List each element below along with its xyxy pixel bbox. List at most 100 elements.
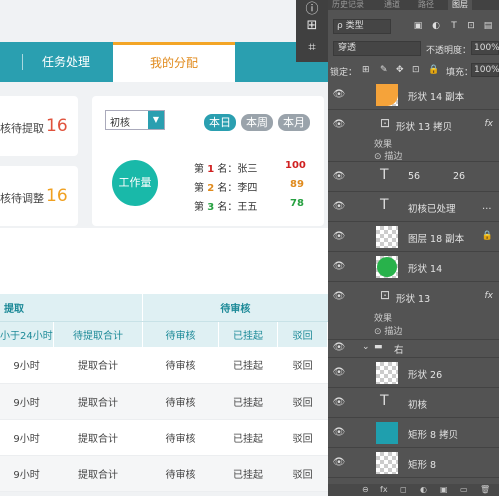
rank-name: 名：李四 bbox=[217, 183, 258, 194]
lock-all-icon[interactable]: 🔒 bbox=[428, 65, 439, 75]
layer-name: 56 bbox=[408, 171, 421, 182]
visibility-eye-icon[interactable]: 👁 bbox=[332, 171, 346, 182]
swatches-icon[interactable]: ⊞ bbox=[296, 18, 328, 33]
layer-name-extra: 26 bbox=[453, 171, 466, 182]
layer-row[interactable]: 👁 T 初核 bbox=[328, 388, 499, 418]
layer-row[interactable]: 👁 T 56 26 bbox=[328, 162, 499, 192]
table-cell: 驳回 bbox=[277, 347, 328, 384]
layer-thumbnail bbox=[376, 362, 398, 384]
fx-icon[interactable]: fx bbox=[485, 291, 494, 301]
layer-row[interactable]: 👁 图层 18 副本 🔒 bbox=[328, 222, 499, 252]
stroke-label: 描边 bbox=[384, 152, 403, 162]
text-layer-icon: T bbox=[380, 167, 389, 183]
stage-select[interactable]: 初核 ▼ bbox=[105, 110, 165, 130]
lock-artboard-icon[interactable]: ⊡ bbox=[412, 65, 420, 75]
visibility-eye-icon[interactable]: 👁 bbox=[332, 201, 346, 212]
layer-row[interactable]: 👁 ⊡ 形状 13 拷贝 fx 效果 ⊙ 描边 bbox=[328, 110, 499, 162]
tab-layers[interactable]: 图层 bbox=[448, 0, 472, 10]
delete-layer-icon[interactable]: 🗑 bbox=[480, 484, 490, 496]
tab-task-processing[interactable]: 任务处理 bbox=[42, 42, 90, 82]
visibility-eye-icon[interactable]: 👁 bbox=[332, 119, 346, 130]
visibility-eye-icon[interactable]: 👁 bbox=[332, 231, 346, 242]
column-header[interactable]: 已挂起 bbox=[218, 321, 279, 347]
opacity-input[interactable]: 100% bbox=[471, 41, 499, 55]
lock-transparency-icon[interactable]: ⊞ bbox=[362, 65, 370, 75]
kind-filter-select[interactable]: ρ 类型 bbox=[333, 19, 391, 34]
blank-area bbox=[0, 228, 328, 294]
table-cell: 提取合计 bbox=[53, 419, 143, 456]
period-week-button[interactable]: 本周 bbox=[241, 114, 273, 131]
folder-icon: ▬ bbox=[374, 342, 383, 352]
visibility-eye-icon[interactable]: 👁 bbox=[332, 457, 346, 468]
visibility-eye-icon[interactable]: 👁 bbox=[332, 367, 346, 378]
column-header[interactable]: 小于24小时 bbox=[0, 321, 54, 347]
stroke-effect-item[interactable]: ⊙ 描边 bbox=[374, 324, 402, 337]
table-cell: 已挂起 bbox=[218, 383, 278, 420]
layer-name: 形状 26 bbox=[408, 370, 443, 381]
layer-row[interactable]: 👁 形状 14 副本 bbox=[328, 80, 499, 110]
adjustment-filter-icon[interactable]: ◐ bbox=[430, 20, 442, 32]
visibility-eye-icon[interactable]: 👁 bbox=[332, 427, 346, 438]
adjustment-layer-icon[interactable]: ◐ bbox=[420, 484, 427, 496]
layer-thumbnail bbox=[376, 226, 398, 248]
tab-paths[interactable]: 路径 bbox=[418, 0, 434, 10]
visibility-eye-icon[interactable]: 👁 bbox=[332, 342, 346, 353]
visibility-eye-icon[interactable]: 👁 bbox=[332, 291, 346, 302]
add-mask-icon[interactable]: ◻ bbox=[400, 484, 407, 496]
layer-thumbnail bbox=[376, 422, 398, 444]
tab-history[interactable]: 历史记录 bbox=[332, 0, 364, 10]
rank-row-1: 第 1 名：张三 bbox=[194, 160, 257, 175]
lock-pixels-icon[interactable]: ✎ bbox=[380, 65, 388, 75]
layer-row[interactable]: 👁 T 初核已处理 … bbox=[328, 192, 499, 222]
info-icon[interactable]: ⓘ bbox=[296, 0, 328, 17]
dropdown-arrow-icon[interactable]: ▼ bbox=[148, 111, 164, 129]
blend-mode-select[interactable]: 穿透 bbox=[333, 41, 421, 56]
lock-position-icon[interactable]: ✥ bbox=[396, 65, 404, 75]
effects-label: 效果 bbox=[374, 314, 393, 324]
shape-filter-icon[interactable]: ⊡ bbox=[465, 20, 477, 32]
visibility-eye-icon[interactable]: 👁 bbox=[332, 397, 346, 408]
column-header[interactable]: 待审核 bbox=[142, 321, 219, 347]
rank-number: 1 bbox=[207, 164, 215, 175]
new-layer-icon[interactable]: ▭ bbox=[460, 484, 468, 496]
visibility-eye-icon[interactable]: 👁 bbox=[332, 89, 346, 100]
group-expand-icon[interactable]: ⌄ bbox=[362, 342, 370, 352]
smart-object-icon: ⊡ bbox=[380, 288, 391, 302]
table-cell: 待审核 bbox=[142, 419, 219, 456]
table-row: 9小时 提取合计 待审核 已挂起 驳回 bbox=[0, 347, 328, 384]
link-layers-icon[interactable]: ⊖ bbox=[362, 484, 369, 496]
fx-icon[interactable]: fx bbox=[485, 119, 494, 129]
layer-row[interactable]: 👁 形状 26 bbox=[328, 358, 499, 388]
smart-filter-icon[interactable]: ▤ bbox=[482, 20, 494, 32]
new-group-icon[interactable]: ▣ bbox=[440, 484, 448, 496]
table-cell: 驳回 bbox=[277, 419, 328, 456]
opacity-label: 不透明度： bbox=[426, 46, 472, 56]
period-month-button[interactable]: 本月 bbox=[278, 114, 310, 131]
period-today-button[interactable]: 本日 bbox=[204, 114, 236, 131]
layer-row[interactable]: 👁 矩形 8 bbox=[328, 448, 499, 478]
layer-row[interactable]: 👁 ⊡ 形状 13 fx 效果 ⊙ 描边 bbox=[328, 282, 499, 340]
visibility-eye-icon[interactable]: 👁 bbox=[332, 261, 346, 272]
add-style-icon[interactable]: fx bbox=[380, 484, 388, 496]
stroke-label: 描边 bbox=[384, 327, 403, 337]
table-cell: 9小时 bbox=[0, 455, 54, 492]
stroke-effect-item[interactable]: ⊙ 描边 bbox=[374, 149, 402, 162]
crop-icon[interactable]: ⌗ bbox=[296, 40, 328, 55]
tab-my-assignment[interactable]: 我的分配 bbox=[113, 42, 235, 82]
rank-name: 名：张三 bbox=[217, 164, 258, 175]
type-filter-icon[interactable]: T bbox=[448, 20, 460, 32]
layer-name: 形状 13 bbox=[396, 294, 431, 305]
layer-name: 初核 bbox=[408, 400, 428, 411]
column-header[interactable]: 待提取合计 bbox=[53, 321, 144, 347]
tab-channels[interactable]: 通道 bbox=[384, 0, 400, 10]
fill-input[interactable]: 100% bbox=[471, 63, 499, 77]
layer-row[interactable]: 👁 形状 14 bbox=[328, 252, 499, 282]
layer-thumbnail bbox=[376, 84, 398, 106]
table-cell: 驳回 bbox=[277, 383, 328, 420]
layer-group-row[interactable]: 👁 ⌄ ▬ 右 bbox=[328, 340, 499, 358]
pixel-filter-icon[interactable]: ▣ bbox=[412, 20, 424, 32]
column-header[interactable]: 驳回 bbox=[277, 321, 328, 347]
tab-previous[interactable]: › bbox=[0, 42, 6, 82]
table-cell: 9小时 bbox=[0, 419, 54, 456]
layer-row[interactable]: 👁 矩形 8 拷贝 bbox=[328, 418, 499, 448]
